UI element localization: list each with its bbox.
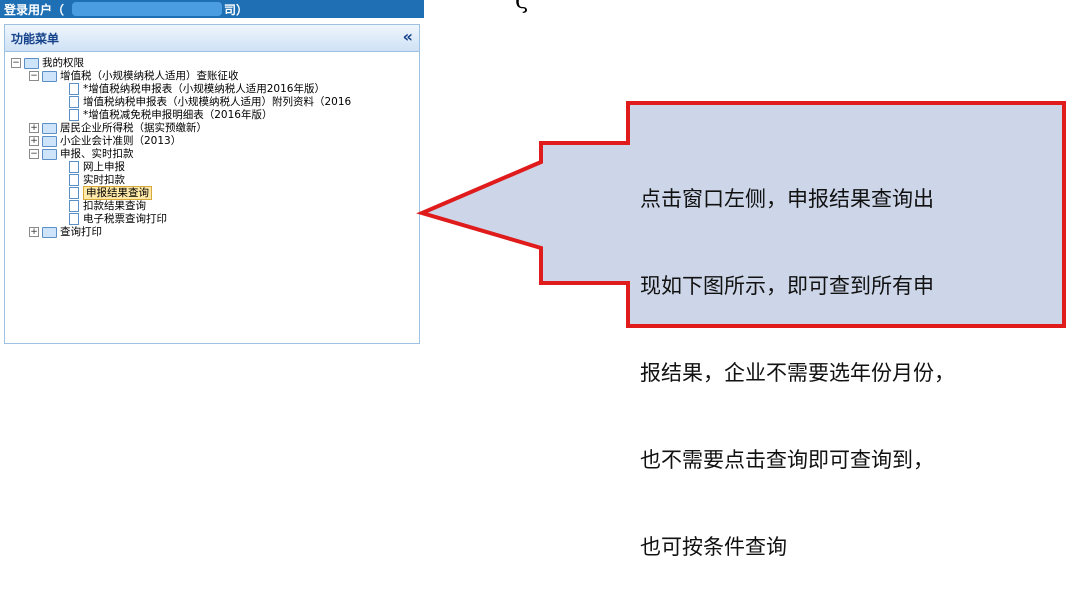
callout-line: 报结果，企业不需要选年份月份， bbox=[640, 361, 955, 385]
callout-line: 也可按条件查询 bbox=[640, 535, 787, 559]
callout-text: 点击窗口左侧，申报结果查询出 现如下图所示，即可查到所有申 报结果，企业不需要选… bbox=[640, 127, 1070, 591]
callout-line: 也不需要点击查询即可查询到， bbox=[640, 448, 934, 472]
callout-line: 点击窗口左侧，申报结果查询出 bbox=[640, 187, 934, 211]
callout-line: 现如下图所示，即可查到所有申 bbox=[640, 274, 934, 298]
